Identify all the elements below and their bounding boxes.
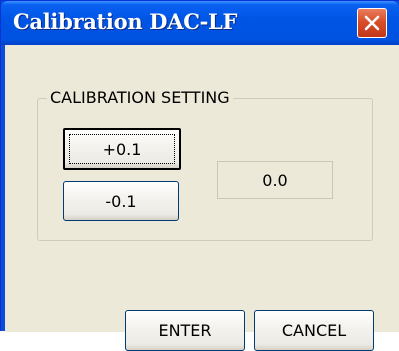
focus-rectangle	[69, 134, 175, 164]
close-button[interactable]	[357, 8, 387, 38]
window-title: Calibration DAC-LF	[13, 9, 238, 34]
calibration-value-display: 0.0	[217, 161, 333, 199]
calibration-value: 0.0	[262, 170, 288, 190]
decrement-button[interactable]: -0.1	[63, 181, 179, 221]
groupbox-label: CALIBRATION SETTING	[47, 88, 233, 107]
title-bar[interactable]: Calibration DAC-LF	[1, 1, 399, 45]
dialog-client-area: CALIBRATION SETTING +0.1 -0.1 0.0 ENTER …	[5, 45, 399, 351]
close-icon	[364, 15, 380, 31]
increment-button[interactable]: +0.1	[63, 128, 181, 170]
decrement-button-label: -0.1	[105, 191, 137, 211]
calibration-dialog: Calibration DAC-LF CALIBRATION SETTING +…	[0, 0, 399, 351]
